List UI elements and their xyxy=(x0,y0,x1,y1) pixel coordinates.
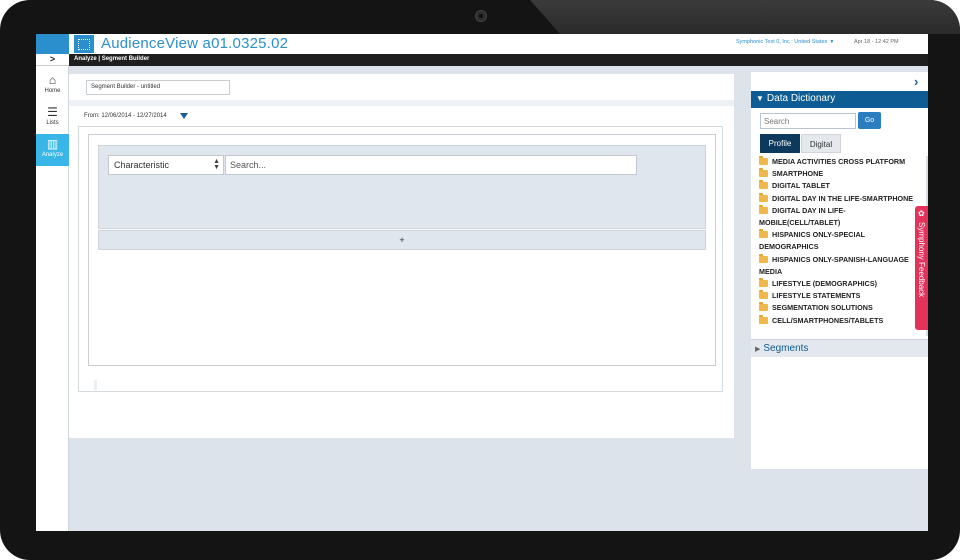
feedback-label: Symphony Feedback xyxy=(917,222,926,298)
folder-icon xyxy=(759,253,768,263)
nav-label-home: Home xyxy=(44,88,61,94)
category-label: MEDIA ACTIVITIES CROSS PLATFORM xyxy=(772,157,906,166)
category-label: HISPANICS ONLY-SPECIAL DEMOGRAPHICS xyxy=(759,230,865,252)
add-criteria-button[interactable]: + xyxy=(98,230,706,250)
list-icon: ☰ xyxy=(47,105,58,119)
characteristic-select-value: Characteristic xyxy=(114,160,170,170)
folder-icon xyxy=(759,168,768,178)
category-label: CELL/SMARTPHONES/TABLETS xyxy=(772,315,884,325)
nav-item-home[interactable]: ⌂ Home xyxy=(36,70,69,102)
tab-digital[interactable]: Digital xyxy=(801,134,841,153)
segments-header[interactable]: ▶ Segments xyxy=(751,339,928,357)
list-item[interactable]: DIGITAL DAY IN LIFE-MOBILE(CELL/TABLET) xyxy=(759,204,925,229)
category-label: DIGITAL DAY IN LIFE-MOBILE(CELL/TABLET) xyxy=(759,205,846,228)
date-range-toggle-icon[interactable] xyxy=(180,113,188,119)
category-label: DIGITAL TABLET xyxy=(772,181,830,191)
nav-label-lists: Lists xyxy=(46,120,59,126)
list-item[interactable]: HISPANICS ONLY-SPANISH-LANGUAGE MEDIA xyxy=(759,253,925,278)
folder-icon xyxy=(759,290,768,300)
folder-icon xyxy=(759,192,768,202)
category-label: SEGMENTATION SOLUTIONS xyxy=(772,303,873,313)
app-screen: AudienceView a01.0325.02 Symphonic Test … xyxy=(36,34,928,531)
category-label: LIFESTYLE (DEMOGRAPHICS) xyxy=(772,279,878,289)
laptop-bezel: AudienceView a01.0325.02 Symphonic Test … xyxy=(0,0,960,560)
folder-icon xyxy=(759,302,768,312)
breadcrumb: Analyze | Segment Builder xyxy=(74,56,150,62)
segment-title-field[interactable]: Segment Builder - untitled xyxy=(86,80,230,95)
go-button[interactable]: Go xyxy=(858,112,881,129)
category-label: LIFESTYLE STATEMENTS xyxy=(772,291,861,301)
triangle-right-icon: ▶ xyxy=(755,346,761,353)
expand-nav-button[interactable]: > xyxy=(36,54,69,66)
current-datetime: Apr 18 - 12:42 PM xyxy=(854,39,899,45)
list-item[interactable]: MEDIA ACTIVITIES CROSS PLATFORM xyxy=(759,156,925,168)
list-item[interactable]: LIFESTYLE STATEMENTS xyxy=(759,290,925,302)
category-label: HISPANICS ONLY-SPANISH-LANGUAGE MEDIA xyxy=(759,254,909,276)
feedback-tab[interactable]: ✿ Symphony Feedback xyxy=(915,206,928,330)
list-item[interactable]: SEGMENTATION SOLUTIONS xyxy=(759,302,925,314)
nav-item-analyze[interactable]: ▥ Analyze xyxy=(36,134,69,166)
criteria-search-input[interactable]: Search... xyxy=(225,155,637,175)
webcam xyxy=(475,10,487,22)
home-icon: ⌂ xyxy=(48,73,57,87)
panel-scroll-handle[interactable] xyxy=(94,380,97,390)
app-title: AudienceView a01.0325.02 xyxy=(101,35,289,52)
nav-item-lists[interactable]: ☰ Lists xyxy=(36,102,69,134)
segments-title: Segments xyxy=(763,343,809,354)
triangle-down-icon: ▼ xyxy=(756,94,764,103)
list-item[interactable]: HISPANICS ONLY-SPECIAL DEMOGRAPHICS xyxy=(759,229,925,253)
header-corner xyxy=(36,34,69,54)
top-header: AudienceView a01.0325.02 Symphonic Test … xyxy=(36,34,928,54)
folder-icon xyxy=(759,204,768,214)
select-arrows-icon: ▲ ▼ xyxy=(213,158,220,171)
nav-label-analyze: Analyze xyxy=(41,152,64,158)
collapse-panel-button[interactable]: › xyxy=(914,74,918,89)
data-dictionary-title: Data Dictionary xyxy=(766,93,836,104)
app-logo-icon xyxy=(74,35,94,53)
chevron-right-icon: > xyxy=(49,54,56,64)
left-nav: ⌂ Home ☰ Lists ▥ Analyze xyxy=(36,66,69,531)
folder-icon xyxy=(759,156,768,165)
tab-profile[interactable]: Profile xyxy=(760,134,800,153)
list-item[interactable]: LIFESTYLE (DEMOGRAPHICS) xyxy=(759,278,925,290)
account-menu[interactable]: Symphonic Test 0, Inc : United States ▼ xyxy=(736,39,834,45)
account-name: Symphonic Test 0, Inc : United States xyxy=(736,39,828,45)
list-item[interactable]: DIGITAL TABLET xyxy=(759,180,925,192)
list-item[interactable]: SMARTPHONE xyxy=(759,168,925,180)
list-item[interactable]: DIGITAL DAY IN THE LIFE-SMARTPHONE xyxy=(759,192,925,205)
title-divider xyxy=(69,100,734,106)
chevron-right-icon: › xyxy=(914,74,919,89)
folder-icon xyxy=(759,278,768,288)
breadcrumb-bar: > Analyze | Segment Builder xyxy=(36,54,928,66)
list-item[interactable]: CELL/SMARTPHONES/TABLETS xyxy=(759,314,925,327)
caret-down-icon: ▼ xyxy=(829,39,835,45)
data-dictionary-header[interactable]: ▼ Data Dictionary xyxy=(751,91,928,108)
bezel-sheen xyxy=(530,0,960,34)
dictionary-search-input[interactable]: Search xyxy=(760,113,856,129)
folder-icon xyxy=(759,314,768,324)
category-label: DIGITAL DAY IN THE LIFE-SMARTPHONE xyxy=(772,193,914,203)
date-range-label: From: 12/06/2014 - 12/27/2014 xyxy=(84,113,167,119)
folder-icon xyxy=(759,180,768,190)
dictionary-category-list: MEDIA ACTIVITIES CROSS PLATFORM SMARTPHO… xyxy=(759,156,925,338)
folder-icon xyxy=(759,229,768,239)
category-label: SMARTPHONE xyxy=(772,169,824,179)
bar-chart-icon: ▥ xyxy=(46,137,59,151)
characteristic-select[interactable]: Characteristic ▲ ▼ xyxy=(108,155,224,175)
